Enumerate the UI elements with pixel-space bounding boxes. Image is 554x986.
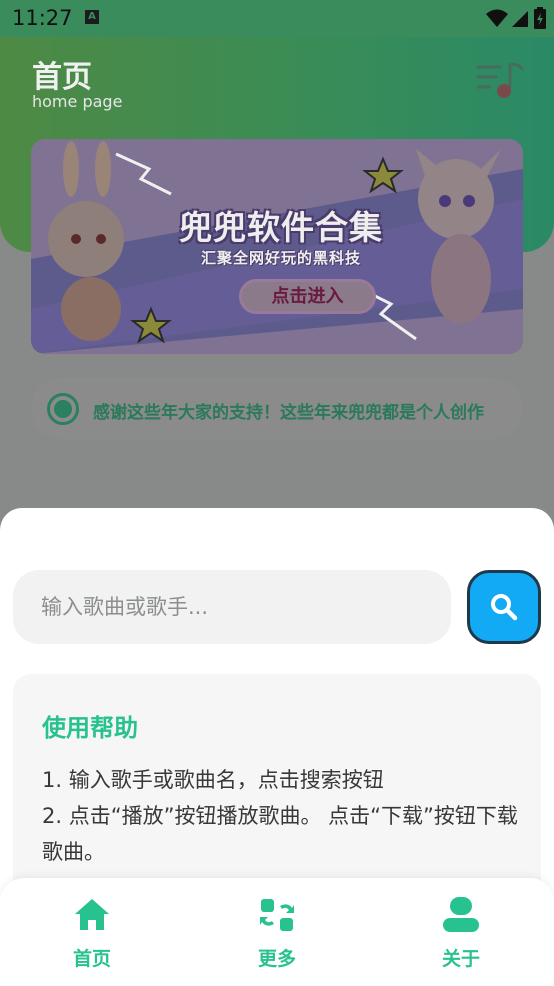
status-time: 11:27	[12, 6, 73, 30]
signal-icon	[512, 11, 528, 27]
notice-marquee[interactable]: 感谢这些年大家的支持！这些年来兜兜都是个人创作	[31, 378, 523, 439]
page-subtitle: home page	[32, 92, 123, 111]
user-icon	[443, 897, 479, 932]
banner-title: 兜兜软件合集	[179, 208, 383, 247]
promo-banner[interactable]: 兜兜软件合集 汇聚全网好玩的黑科技 点击进入	[31, 139, 523, 354]
grid-refresh-icon	[260, 899, 294, 931]
search-icon	[491, 594, 518, 621]
search-button[interactable]	[467, 570, 541, 644]
status-icons	[486, 7, 546, 29]
notice-dot-icon	[47, 393, 79, 425]
notice-text: 感谢这些年大家的支持！这些年来兜兜都是个人创作	[93, 403, 484, 423]
help-title: 使用帮助	[42, 714, 138, 742]
status-bar: 11:27 A	[0, 0, 554, 37]
music-menu-icon[interactable]	[476, 57, 526, 103]
notification-badge: A	[85, 10, 99, 24]
nav-label-more: 更多	[257, 948, 296, 970]
nav-item-about[interactable]: 关于	[416, 896, 506, 976]
banner-enter-button[interactable]: 点击进入	[239, 279, 376, 314]
battery-icon	[534, 7, 546, 29]
nav-item-more[interactable]: 更多	[232, 896, 322, 976]
help-line-1: 1. 输入歌手或歌曲名，点击搜索按钮	[42, 768, 384, 792]
home-icon	[75, 899, 109, 930]
nav-item-home[interactable]: 首页	[47, 896, 137, 976]
bottom-nav: 首页 更多 关于	[0, 878, 554, 986]
banner-subtitle: 汇聚全网好玩的黑科技	[201, 249, 362, 267]
nav-label-home: 首页	[72, 948, 111, 970]
wifi-icon	[486, 9, 508, 27]
page-title: 首页	[32, 60, 92, 95]
help-line-2: 2. 点击“播放”按钮播放歌曲。 点击“下载”按钮下载歌曲。	[42, 804, 518, 864]
nav-label-about: 关于	[441, 948, 480, 970]
search-input[interactable]	[13, 570, 451, 644]
